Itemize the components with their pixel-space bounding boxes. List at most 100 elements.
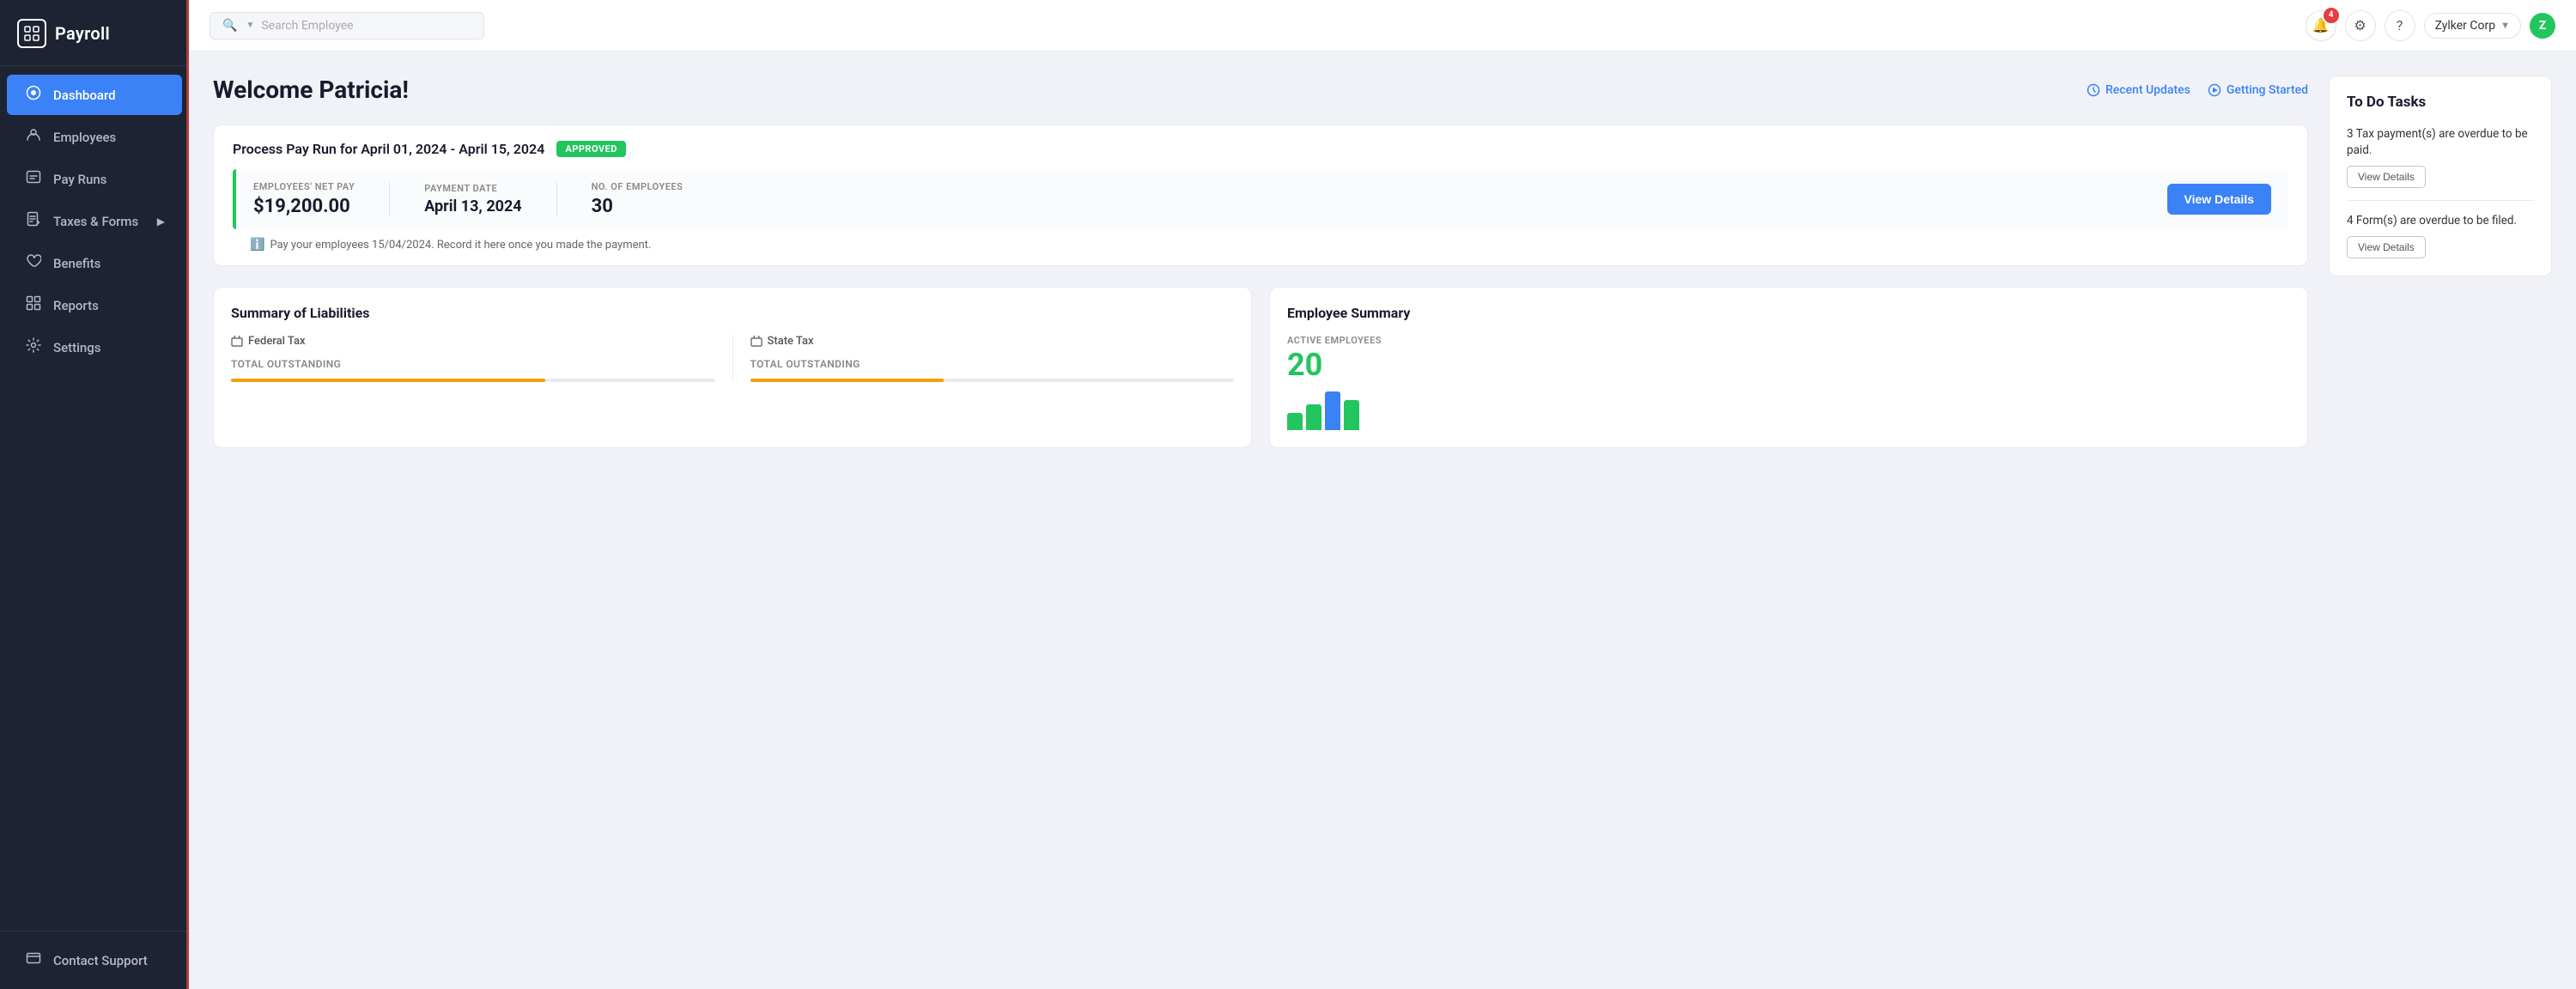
sidebar-logo: Payroll [0, 0, 189, 66]
sidebar: Payroll Dashboard Employees [0, 0, 189, 989]
todo-item-2-view-btn[interactable]: View Details [2347, 236, 2426, 258]
pay-runs-icon [24, 169, 43, 189]
summary-taxes: Federal Tax TOTAL OUTSTANDING [231, 335, 1234, 382]
state-tax-item: State Tax TOTAL OUTSTANDING [750, 335, 1235, 382]
pay-run-footer-text: Pay your employees 15/04/2024. Record it… [270, 239, 651, 252]
state-tax-bar-fill [750, 379, 944, 382]
pay-run-footer: ℹ️ Pay your employees 15/04/2024. Record… [214, 229, 2307, 265]
sidebar-item-settings[interactable]: Settings [7, 327, 182, 367]
sidebar-item-employees[interactable]: Employees [7, 117, 182, 157]
payment-date-label: PAYMENT DATE [424, 183, 521, 194]
welcome-section: Welcome Patricia! Recent Updates [213, 76, 2308, 104]
state-tax-sublabel: TOTAL OUTSTANDING [750, 358, 1235, 370]
active-employees-value: 20 [1287, 349, 2290, 380]
header: 🔍 ▼ Search Employee 🔔 4 ⚙ ? Zylker Corp … [189, 0, 2576, 52]
org-dropdown-icon: ▼ [2500, 20, 2510, 31]
payroll-logo-icon [17, 19, 46, 48]
recent-updates-link[interactable]: Recent Updates [2087, 83, 2190, 97]
org-selector[interactable]: Zylker Corp ▼ [2424, 13, 2521, 39]
summary-of-liabilities-title: Summary of Liabilities [231, 305, 1234, 321]
employees-net-pay-value: $19,200.00 [253, 196, 355, 217]
sidebar-bottom: Contact Support [0, 931, 189, 989]
reports-icon [24, 295, 43, 315]
emp-bar-4 [1344, 400, 1359, 430]
employees-net-pay-label: EMPLOYEES' NET PAY [253, 181, 355, 192]
search-bar[interactable]: 🔍 ▼ Search Employee [210, 12, 484, 39]
help-button[interactable]: ? [2385, 10, 2415, 41]
sidebar-item-employees-label: Employees [53, 130, 116, 145]
todo-item-2: 4 Form(s) are overdue to be filed. View … [2347, 213, 2534, 258]
getting-started-link[interactable]: Getting Started [2208, 83, 2308, 97]
org-name: Zylker Corp [2435, 19, 2496, 33]
employee-summary-title: Employee Summary [1287, 305, 2290, 321]
federal-tax-sublabel: TOTAL OUTSTANDING [231, 358, 715, 370]
todo-item-1-view-btn[interactable]: View Details [2347, 166, 2426, 188]
payment-date-stat: PAYMENT DATE April 13, 2024 [424, 183, 521, 215]
state-tax-label: State Tax [768, 335, 814, 348]
search-dropdown-icon: ▼ [246, 21, 254, 30]
sidebar-item-reports-label: Reports [53, 298, 99, 313]
tax-divider [732, 335, 733, 382]
active-employees-label: ACTIVE EMPLOYEES [1287, 335, 2290, 346]
todo-item-1-text: 3 Tax payment(s) are overdue to be paid. [2347, 126, 2534, 159]
content-area: Welcome Patricia! Recent Updates [189, 52, 2576, 989]
sidebar-item-pay-runs[interactable]: Pay Runs [7, 159, 182, 199]
sidebar-item-dashboard-label: Dashboard [53, 88, 116, 103]
main-area: 🔍 ▼ Search Employee 🔔 4 ⚙ ? Zylker Corp … [189, 0, 2576, 989]
sidebar-logo-text: Payroll [55, 23, 110, 44]
notification-button[interactable]: 🔔 4 [2306, 10, 2336, 41]
recent-updates-icon [2087, 83, 2100, 97]
sidebar-item-reports[interactable]: Reports [7, 285, 182, 325]
sidebar-item-contact-support-label: Contact Support [53, 953, 148, 968]
header-actions: 🔔 4 ⚙ ? Zylker Corp ▼ Z [2306, 10, 2555, 41]
employees-icon [24, 127, 43, 147]
search-icon: 🔍 [222, 19, 237, 33]
taxes-forms-icon [24, 211, 43, 231]
settings-icon [24, 337, 43, 357]
no-of-employees-label: NO. OF EMPLOYEES [592, 181, 683, 192]
sidebar-item-dashboard[interactable]: Dashboard [7, 75, 182, 115]
sidebar-item-benefits[interactable]: Benefits [7, 243, 182, 283]
pay-stat-divider-2 [556, 182, 557, 216]
user-avatar[interactable]: Z [2530, 13, 2555, 39]
federal-tax-bar-fill [231, 379, 545, 382]
pay-run-body: EMPLOYEES' NET PAY $19,200.00 PAYMENT DA… [233, 169, 2288, 229]
federal-tax-item: Federal Tax TOTAL OUTSTANDING [231, 335, 715, 382]
federal-tax-label: Federal Tax [248, 335, 306, 348]
pay-stat-divider-1 [389, 182, 390, 216]
state-tax-icon [750, 336, 762, 348]
state-tax-header: State Tax [750, 335, 1235, 348]
pay-run-card: Process Pay Run for April 01, 2024 - Apr… [213, 124, 2308, 266]
todo-item-1: 3 Tax payment(s) are overdue to be paid.… [2347, 126, 2534, 188]
sidebar-item-benefits-label: Benefits [53, 256, 100, 271]
dashboard-icon [24, 85, 43, 105]
help-icon: ? [2397, 17, 2403, 33]
todo-panel: To Do Tasks 3 Tax payment(s) are overdue… [2329, 76, 2552, 276]
sidebar-item-contact-support[interactable]: Contact Support [7, 940, 182, 980]
approved-badge: APPROVED [556, 141, 626, 157]
emp-bar-2 [1306, 404, 1321, 430]
federal-tax-icon [231, 336, 243, 348]
view-details-button[interactable]: View Details [2167, 184, 2271, 215]
pay-run-title: Process Pay Run for April 01, 2024 - Apr… [233, 141, 544, 157]
gear-icon: ⚙ [2354, 17, 2366, 33]
recent-updates-label: Recent Updates [2105, 83, 2190, 97]
todo-divider [2347, 200, 2534, 201]
federal-tax-header: Federal Tax [231, 335, 715, 348]
state-tax-bar [750, 379, 1235, 382]
payment-date-value: April 13, 2024 [424, 197, 521, 215]
sidebar-item-settings-label: Settings [53, 340, 101, 355]
sidebar-item-taxes-forms-label: Taxes & Forms [53, 214, 138, 229]
getting-started-icon [2208, 83, 2221, 97]
sidebar-nav: Dashboard Employees Pay Runs [0, 66, 189, 931]
sidebar-item-pay-runs-label: Pay Runs [53, 172, 106, 187]
pay-run-header: Process Pay Run for April 01, 2024 - Apr… [214, 125, 2307, 169]
no-of-employees-stat: NO. OF EMPLOYEES 30 [592, 181, 683, 217]
info-icon: ℹ️ [250, 238, 264, 252]
emp-bar-1 [1287, 413, 1303, 430]
sidebar-item-taxes-forms[interactable]: Taxes & Forms ▶ [7, 201, 182, 241]
settings-button[interactable]: ⚙ [2345, 10, 2376, 41]
benefits-icon [24, 253, 43, 273]
welcome-title: Welcome Patricia! [213, 76, 409, 104]
todo-item-2-text: 4 Form(s) are overdue to be filed. [2347, 213, 2534, 229]
